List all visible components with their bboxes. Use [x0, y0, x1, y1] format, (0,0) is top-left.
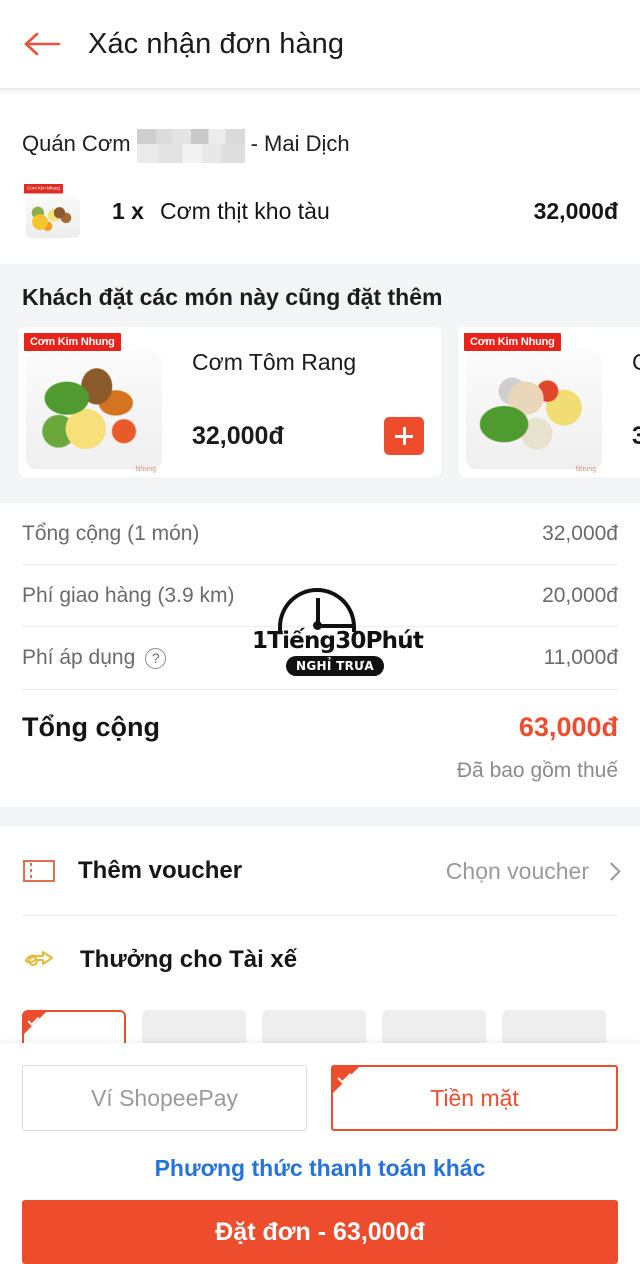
tip-chip-selected[interactable] [22, 1010, 126, 1044]
recommendation-card[interactable]: Cơm Kim Nhung Nhung Cơ 32, [458, 327, 640, 477]
recommendation-price: 32,000đ [192, 422, 284, 450]
header-divider [0, 88, 640, 96]
voucher-label: Thêm voucher [78, 857, 243, 884]
order-item-price: 32,000đ [533, 197, 618, 224]
plus-icon [395, 427, 413, 445]
voucher-action-text: Chọn voucher [445, 857, 589, 884]
store-name-row: Quán Cơm - Mai Dịch [22, 126, 618, 163]
image-watermark-badge: Cơm Kim Nhung [24, 333, 121, 351]
add-item-button[interactable] [384, 417, 424, 455]
payment-option-shopeepay[interactable]: Ví ShopeePay [22, 1065, 307, 1131]
fee-row: Phí giao hàng (3.9 km) 20,000đ [22, 565, 618, 627]
recommendation-title: Khách đặt các món này cũng đặt thêm [22, 284, 443, 310]
image-watermark-badge: Cơm Kim Nhung [464, 333, 561, 351]
food-photo [26, 196, 80, 238]
recommendation-body: Cơ 32, [610, 327, 640, 477]
image-corner-mark: Nhung [135, 466, 156, 473]
fee-summary: Tổng cộng (1 món) 32,000đ Phí giao hàng … [0, 503, 640, 689]
tip-chip[interactable] [502, 1010, 606, 1044]
store-name-prefix: Quán Cơm [22, 131, 131, 156]
fee-value: 20,000đ [542, 583, 618, 607]
info-help-icon[interactable]: ? [145, 647, 167, 669]
redacted-store-name [136, 129, 245, 163]
driver-tip-label: Thưởng cho Tài xế [80, 946, 298, 973]
recommendation-image: Cơm Kim Nhung Nhung [458, 327, 610, 477]
fee-label: Tổng cộng (1 món) [22, 521, 200, 545]
tip-amount-chips[interactable] [0, 1004, 640, 1044]
recommendation-price: 32, [632, 422, 640, 450]
voucher-action[interactable]: Chọn voucher [445, 857, 621, 885]
recommendation-name: Cơ [632, 349, 640, 376]
order-confirmation-screen: Xác nhận đơn hàng Quán Cơm - Mai Dịch Cơ… [0, 0, 640, 1264]
fee-label: Phí áp dụng [22, 646, 136, 669]
page-title: Xác nhận đơn hàng [88, 27, 345, 60]
driver-tip-row[interactable]: Thưởng cho Tài xế [0, 916, 640, 1004]
fee-label-group: Phí áp dụng ? [22, 646, 167, 670]
app-header: Xác nhận đơn hàng [0, 0, 640, 88]
order-item-row[interactable]: Cơm Kim Nhung 1 x Cơm thịt kho tàu 32,00… [0, 162, 640, 264]
ticket-icon [22, 858, 56, 884]
food-photo [466, 351, 602, 469]
thumbnail-watermark-badge: Cơm Kim Nhung [24, 184, 63, 194]
fee-value: 11,000đ [543, 646, 618, 669]
recommendation-card[interactable]: Cơm Kim Nhung Nhung Cơm Tôm Rang 32,000đ [18, 327, 442, 477]
recommendation-name: Cơm Tôm Rang [192, 349, 357, 375]
store-branch: - Mai Dịch [250, 131, 350, 156]
payment-option-label: Tiền mặt [430, 1084, 519, 1111]
chevron-right-icon [602, 861, 621, 881]
fee-value: 32,000đ [542, 521, 618, 545]
food-photo [26, 351, 162, 469]
store-section: Quán Cơm - Mai Dịch [0, 96, 640, 163]
order-item-quantity: 1 x [112, 197, 144, 224]
grand-total-row: Tổng cộng 63,000đ [0, 690, 640, 749]
voucher-row[interactable]: Thêm voucher Chọn voucher [0, 827, 640, 915]
hand-coin-icon [22, 946, 58, 974]
tip-chip[interactable] [142, 1010, 246, 1044]
recommendation-body: Cơm Tôm Rang 32,000đ [170, 327, 442, 477]
other-payment-methods-link[interactable]: Phương thức thanh toán khác [22, 1131, 618, 1200]
tax-note: Đã bao gồm thuế [0, 749, 640, 807]
order-item-name: Cơm thịt kho tàu [159, 197, 330, 224]
recommendation-section: Khách đặt các món này cũng đặt thêm Cơm … [0, 264, 640, 503]
fee-label: Phí giao hàng (3.9 km) [22, 583, 235, 607]
place-order-button[interactable]: Đặt đơn - 63,000đ [22, 1200, 618, 1264]
payment-option-label: Ví ShopeePay [90, 1084, 239, 1111]
payment-option-cash[interactable]: Tiền mặt [331, 1065, 618, 1131]
tip-chip[interactable] [382, 1010, 486, 1044]
image-corner-mark: Nhung [575, 466, 596, 473]
recommendation-carousel[interactable]: Cơm Kim Nhung Nhung Cơm Tôm Rang 32,000đ… [0, 327, 640, 477]
fee-row: Tổng cộng (1 món) 32,000đ [22, 503, 618, 565]
back-button[interactable] [20, 21, 66, 67]
grand-total-value: 63,000đ [518, 712, 618, 742]
arrow-left-icon [24, 32, 61, 56]
order-item-thumbnail: Cơm Kim Nhung [22, 180, 84, 242]
recommendation-image: Cơm Kim Nhung Nhung [18, 327, 170, 477]
payment-method-options: Ví ShopeePay Tiền mặt [22, 1065, 618, 1131]
tip-chip[interactable] [262, 1010, 366, 1044]
fee-row: Phí áp dụng ? 11,000đ [22, 627, 618, 689]
grand-total-label: Tổng cộng [22, 712, 160, 742]
section-gap [0, 807, 640, 827]
bottom-action-bar: Ví ShopeePay Tiền mặt Phương thức thanh … [0, 1043, 640, 1264]
